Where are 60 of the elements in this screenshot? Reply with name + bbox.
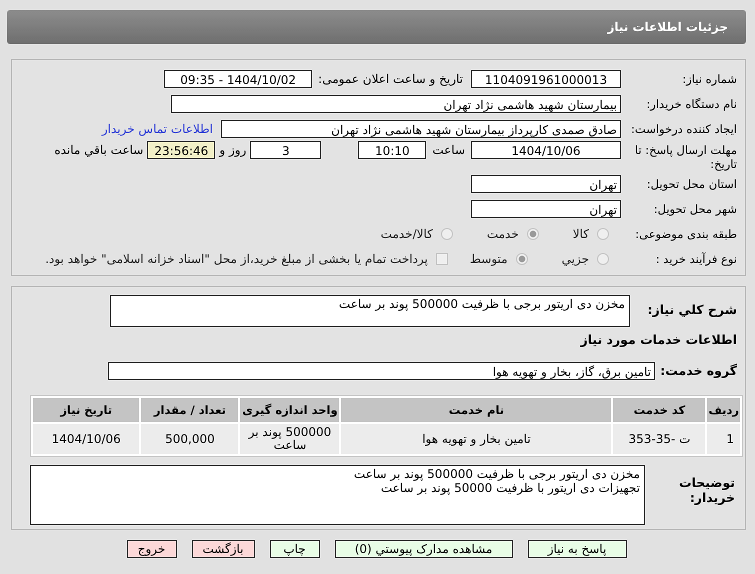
service-group-field: تامین برق، گاز، بخار و تهویه هوا <box>108 362 655 380</box>
summary-textarea: مخزن دی اریتور برجی با ظرفیت 500000 پوند بر ساعت <box>110 295 630 327</box>
field-label: نوع فرآیند خرید : <box>654 252 738 266</box>
radio-label: خدمت <box>486 226 519 240</box>
column-header: تعداد / مقدار <box>141 398 238 422</box>
time-label: ساعت <box>432 142 465 159</box>
radio-button[interactable] <box>516 252 528 264</box>
field-label: شرح کلي نیاز: <box>646 301 738 317</box>
radio-label: کالا/خدمت <box>380 226 433 240</box>
field-label: شماره نیاز: <box>681 72 738 86</box>
province-field: تهران <box>471 174 621 192</box>
requester-field: صادق صمدی کارپرداز بیمارستان شهید هاشمی نژاد تهران <box>221 120 621 138</box>
table-cell: 500000 پوند بر ساعت <box>240 424 340 454</box>
contact-link[interactable]: اطلاعات تماس خریدار <box>102 122 213 136</box>
field-label: طبقه بندی موضوعی: <box>634 226 738 240</box>
section-title: اطلاعات خدمات مورد نیاز <box>580 332 738 347</box>
column-header: واحد اندازه گیری <box>240 398 340 422</box>
field-label: تاریخ و ساعت اعلان عمومی: <box>318 72 463 86</box>
table-cell: 500,000 <box>141 424 238 454</box>
notes-textarea: مخزن دی اریتور برجی با ظرفیت 500000 پوند بر ساعت تجهیزات دی اریتور با ظرفیت 50000 پوند بر ساعت <box>30 465 645 525</box>
remaining-label: ساعت باقي مانده <box>54 142 144 159</box>
radio-button[interactable] <box>597 228 609 240</box>
field-label: گروه خدمت: <box>659 363 738 378</box>
radio-button[interactable] <box>440 228 453 240</box>
action-button[interactable]: پاسخ به نیاز <box>528 540 626 558</box>
deadline-date-field: 1404/10/06 <box>471 141 621 159</box>
checkbox[interactable] <box>436 252 448 264</box>
table-cell: 1 <box>707 424 740 454</box>
need-number-field: 1104091961000013 <box>471 70 621 88</box>
action-button[interactable]: بازگشت <box>192 540 254 558</box>
action-button[interactable]: چاپ <box>270 540 320 558</box>
action-button[interactable]: مشاهده مدارک پیوستي (0) <box>334 540 512 558</box>
deadline-time-field: 10:10 <box>358 141 426 159</box>
field-label: مهلت ارسال پاسخ: تا تاریخ: <box>634 142 738 171</box>
announce-date-field: 1404/10/02 - 09:35 <box>164 70 312 88</box>
radio-label: متوسط <box>470 252 508 266</box>
city-field: تهران <box>471 200 621 218</box>
field-label: ایجاد کننده درخواست: <box>630 122 738 136</box>
column-header: تاریخ نیاز <box>33 398 140 422</box>
field-label: توضیحات خریدار: <box>678 474 736 505</box>
remaining-time-field: 23:56:46 <box>147 141 216 159</box>
field-label: نام دستگاه خریدار: <box>645 96 738 110</box>
action-button[interactable]: خروج <box>126 540 176 558</box>
table-cell: 1404/10/06 <box>33 424 140 454</box>
page-title: جزئیات اطلاعات نیاز <box>607 20 728 34</box>
field-label: شهر محل تحویل: <box>652 202 738 216</box>
days-field: 3 <box>250 141 322 159</box>
column-header: کد خدمت <box>613 398 706 422</box>
radio-button[interactable] <box>526 228 539 240</box>
table-cell: تامین بخار و تهویه هوا <box>341 424 612 454</box>
radio-label: کالا <box>572 226 589 240</box>
radio-label: جزیي <box>562 252 589 266</box>
days-label: روز و <box>219 142 246 159</box>
column-header: نام خدمت <box>341 398 612 422</box>
table-cell: ت -35-353 <box>613 424 706 454</box>
checkbox-label: پرداخت تمام یا بخشی از مبلغ خرید،از محل "اسناد خزانه اسلامی" خواهد بود. <box>45 252 428 266</box>
column-header: ردیف <box>707 398 740 422</box>
buyer-org-field: بیمارستان شهید هاشمی نژاد تهران <box>171 94 621 112</box>
radio-button[interactable] <box>597 252 609 264</box>
field-label: استان محل تحویل: <box>646 176 738 190</box>
